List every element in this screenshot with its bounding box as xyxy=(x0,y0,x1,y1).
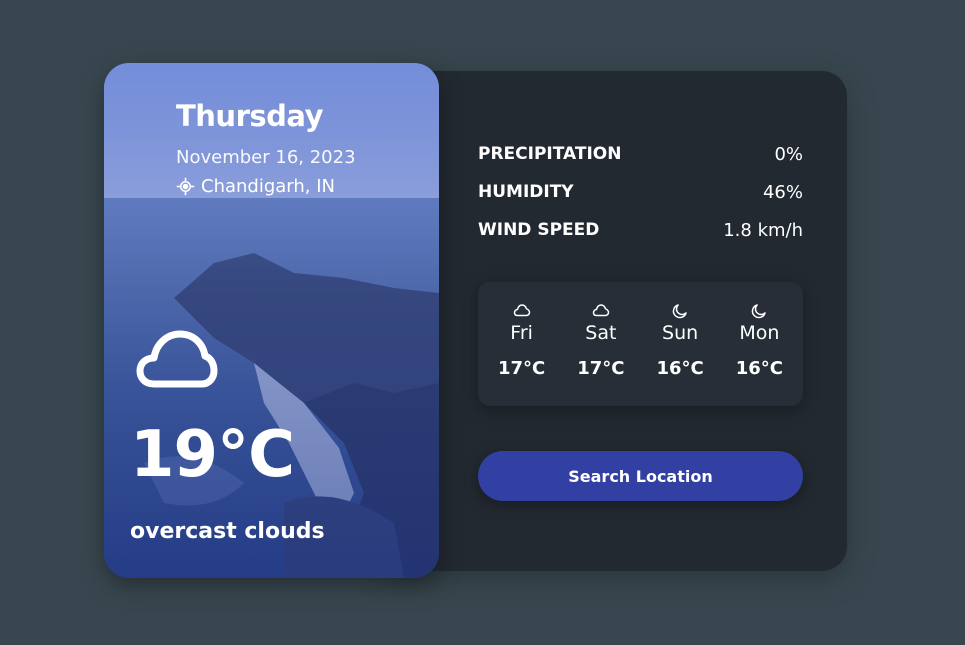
stat-value: 0% xyxy=(774,143,803,165)
stat-wind-speed: WIND SPEED 1.8 km/h xyxy=(478,211,803,249)
current-temperature: 19°C xyxy=(130,418,295,492)
forecast-day: Mon 16°C xyxy=(721,282,797,406)
forecast-temp: 17°C xyxy=(577,358,625,379)
forecast-day-label: Mon xyxy=(739,322,780,344)
current-weather-card: Thursday November 16, 2023 Chandigarh, I… xyxy=(104,63,439,578)
search-location-button[interactable]: Search Location xyxy=(478,451,803,501)
forecast-strip: Fri 17°C Sat 17°C Sun 16°C Mon 16°C xyxy=(478,282,803,406)
stat-value: 1.8 km/h xyxy=(723,219,803,241)
stat-label: HUMIDITY xyxy=(478,182,574,202)
current-day: Thursday xyxy=(176,99,323,133)
current-date: November 16, 2023 xyxy=(176,147,356,168)
stat-value: 46% xyxy=(762,181,803,203)
moon-icon xyxy=(752,304,767,319)
forecast-day-label: Sat xyxy=(585,322,617,344)
forecast-day-label: Sun xyxy=(662,322,699,344)
forecast-day-label: Fri xyxy=(510,322,533,344)
forecast-temp: 16°C xyxy=(656,358,704,379)
stat-label: PRECIPITATION xyxy=(478,144,622,164)
forecast-temp: 16°C xyxy=(735,358,783,379)
location: Chandigarh, IN xyxy=(176,176,335,197)
moon-icon xyxy=(672,304,687,319)
stat-label: WIND SPEED xyxy=(478,220,600,240)
weather-stats: PRECIPITATION 0% HUMIDITY 46% WIND SPEED… xyxy=(478,135,803,249)
forecast-day: Sun 16°C xyxy=(642,282,718,406)
cloud-icon xyxy=(136,330,218,388)
card-tint-overlay xyxy=(104,63,439,578)
forecast-temp: 17°C xyxy=(497,358,546,379)
forecast-day: Sat 17°C xyxy=(563,282,639,406)
weather-description: overcast clouds xyxy=(130,519,325,544)
cloud-icon xyxy=(592,304,610,317)
location-crosshair-icon xyxy=(176,177,195,196)
stat-humidity: HUMIDITY 46% xyxy=(478,173,803,211)
stat-precipitation: PRECIPITATION 0% xyxy=(478,135,803,173)
location-label: Chandigarh, IN xyxy=(201,176,336,197)
cloud-icon xyxy=(513,304,530,317)
forecast-day: Fri 17°C xyxy=(484,282,560,406)
